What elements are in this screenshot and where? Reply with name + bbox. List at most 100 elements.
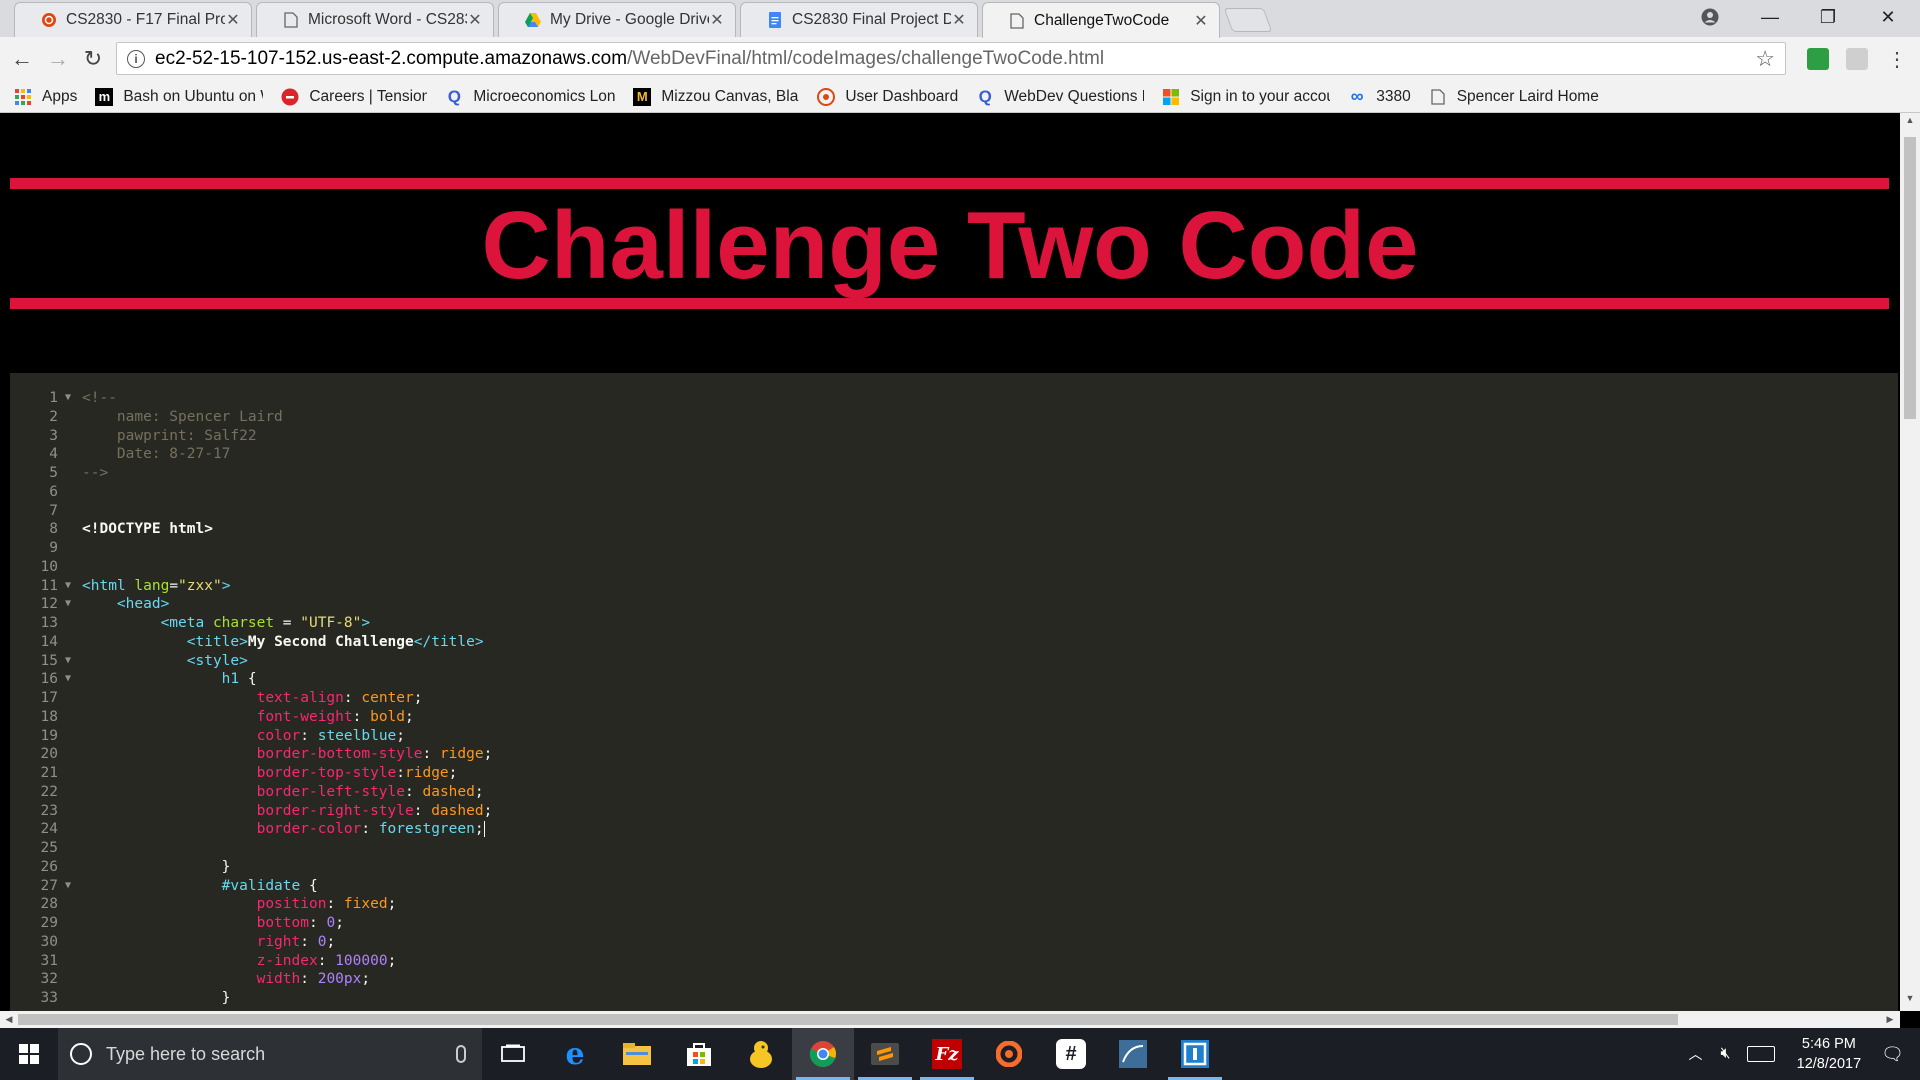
bookmark-label: User Dashboard [845,87,959,105]
keyboard-icon[interactable] [1746,1046,1775,1062]
fold-arrow-icon[interactable]: ▼ [58,670,78,689]
sourcetree-icon[interactable] [1164,1028,1226,1080]
bookmark-3380[interactable]: ∞ 3380 [1348,86,1411,106]
bookmark-apps[interactable]: Apps [14,88,77,106]
store-icon[interactable] [668,1028,730,1080]
fold-arrow-icon[interactable]: ▼ [58,577,78,596]
fold-arrow-icon[interactable]: ▼ [58,595,78,614]
bookmark-webdev-questions[interactable]: Q WebDev Questions Fl [976,87,1145,106]
forward-button[interactable]: → [44,45,72,73]
code-text: right: 0; [78,933,336,952]
close-tab-icon[interactable]: ✕ [225,10,241,30]
document-icon [283,12,299,28]
line-number: 26 [40,858,58,875]
code-token: forestgreen [378,821,475,838]
sublime-icon[interactable] [854,1028,916,1080]
extension-shield-icon[interactable] [1807,48,1829,70]
close-tab-icon[interactable]: ✕ [951,10,967,30]
code-line: 9 [10,539,1898,558]
line-number: 9 [49,540,58,556]
scroll-right-arrow-icon[interactable]: ▶ [1882,1011,1898,1028]
vertical-scrollbar[interactable]: ▲ ▼ [1900,113,1920,1011]
line-number: 30 [40,933,58,950]
tab-google-drive[interactable]: My Drive - Google Drive ✕ [498,2,736,37]
bookmark-sign-in[interactable]: Sign in to your accou [1162,88,1330,106]
bookmark-label: Mizzou Canvas, Black [661,87,800,105]
code-line: 12 ▼ <head> [10,595,1898,614]
browser-toolbar: ← → ↻ i ec2-52-15-107-152.us-east-2.comp… [0,37,1920,81]
code-token: border-color [82,821,362,838]
windows-logo-icon [19,1044,39,1064]
start-button[interactable] [0,1028,58,1080]
code-token: width [82,971,301,988]
bookmark-bash-ubuntu[interactable]: m Bash on Ubuntu on W [95,87,263,106]
search-placeholder: Type here to search [106,1043,266,1064]
address-bar[interactable]: i ec2-52-15-107-152.us-east-2.compute.am… [116,42,1786,75]
action-center-icon[interactable]: 🗨︎ [1881,1044,1904,1065]
task-view-icon[interactable] [482,1028,544,1080]
tab-cs2830-final-project[interactable]: CS2830 - F17 Final Proje ✕ [14,2,252,37]
edge-icon[interactable]: e [544,1028,606,1080]
microphone-icon[interactable] [456,1045,466,1063]
tab-challenge-two-code[interactable]: ChallengeTwoCode ✕ [982,2,1220,38]
code-text: color: steelblue; [78,727,405,746]
taskbar-search[interactable]: Type here to search [58,1028,482,1080]
code-line: 25 [10,839,1898,858]
bookmark-label: WebDev Questions Fl [1004,87,1145,105]
line-number: 11 [40,577,58,594]
profile-icon[interactable] [1682,0,1738,34]
tab-google-doc[interactable]: CS2830 Final Project Doc ✕ [740,2,978,37]
tab-microsoft-word[interactable]: Microsoft Word - CS283 ✕ [256,2,494,37]
back-button[interactable]: ← [8,45,36,73]
new-tab-button[interactable] [1223,8,1273,32]
code-line: 8 <!DOCTYPE html> [10,520,1898,539]
cyberduck-icon[interactable] [730,1028,792,1080]
code-token: <!DOCTYPE html> [82,521,213,538]
code-token: ; [387,896,397,913]
minimize-button[interactable]: — [1742,0,1798,34]
fold-arrow-icon[interactable]: ▼ [58,652,78,671]
chevron-up-icon[interactable]: ︿ [1689,1044,1703,1064]
code-line: 32 width: 200px; [10,970,1898,989]
scroll-down-arrow-icon[interactable]: ▼ [1900,993,1920,1009]
chrome-icon[interactable] [792,1028,854,1080]
extension-puzzle-icon[interactable] [1846,48,1868,70]
filezilla-icon[interactable]: Fz [916,1028,978,1080]
code-text: <meta charset = "UTF-8"> [78,614,371,633]
bookmark-microeconomics[interactable]: Q Microeconomics Lon [445,87,616,106]
scrollbar-thumb[interactable] [18,1014,1678,1025]
file-explorer-icon[interactable] [606,1028,668,1080]
code-editor[interactable]: 1 ▼ <!-- 2 name: Spencer Laird 3 pawprint: S… [10,373,1898,1011]
fold-arrow-icon[interactable]: ▼ [58,877,78,896]
slack-icon[interactable]: # [1040,1028,1102,1080]
reload-button[interactable]: ↻ [79,45,107,73]
bookmark-careers-tension[interactable]: Careers | Tension Cor [281,88,427,106]
line-number: 18 [40,708,58,725]
medium-icon: m [95,87,114,106]
scroll-up-arrow-icon[interactable]: ▲ [1900,115,1920,131]
origin-icon[interactable] [978,1028,1040,1080]
close-window-button[interactable]: ✕ [1860,0,1916,34]
horizontal-scrollbar[interactable]: ◀ ▶ [0,1011,1900,1028]
close-tab-icon[interactable]: ✕ [467,10,483,30]
bookmark-star-icon[interactable]: ☆ [1755,46,1775,72]
volume-muted-icon[interactable]: 🔇︎ [1721,1045,1731,1063]
code-token: <html [82,577,135,594]
bookmark-spencer-laird-home[interactable]: Spencer Laird Home [1429,88,1599,106]
restore-button[interactable]: ❐ [1800,0,1856,34]
code-line: 3 pawprint: Salf22 [10,427,1898,446]
scroll-left-arrow-icon[interactable]: ◀ [1,1011,17,1028]
scrollbar-thumb[interactable] [1904,137,1916,419]
fold-arrow-icon[interactable]: ▼ [58,389,78,408]
bookmark-user-dashboard[interactable]: User Dashboard [817,87,959,106]
close-tab-icon[interactable]: ✕ [1193,11,1209,31]
bookmark-mizzou-canvas[interactable]: M Mizzou Canvas, Black [633,87,800,106]
code-text: <!-- [78,389,117,408]
menu-kebab-icon[interactable]: ⋮ [1883,45,1911,73]
clock[interactable]: 5:46 PM 12/8/2017 [1797,1034,1862,1074]
site-info-icon[interactable]: i [127,49,145,68]
close-tab-icon[interactable]: ✕ [709,10,725,30]
mysql-workbench-icon[interactable] [1102,1028,1164,1080]
fold-gutter [58,970,78,989]
